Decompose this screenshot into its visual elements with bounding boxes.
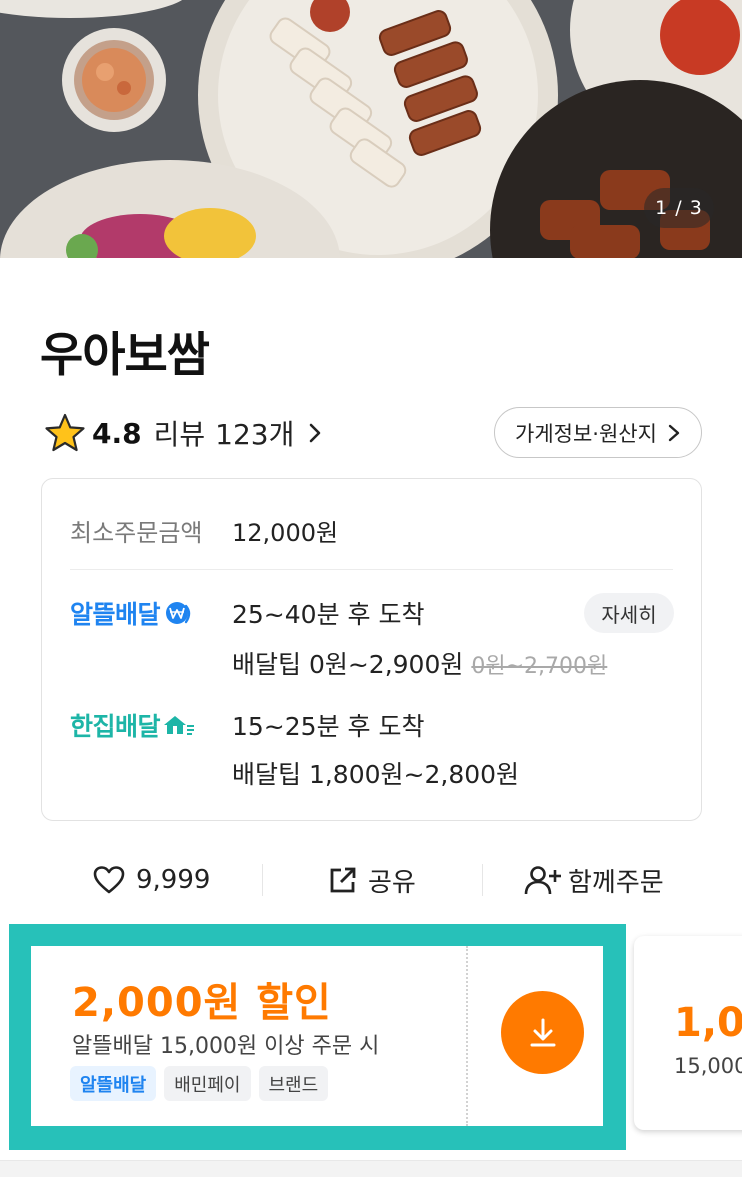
budget-delivery-tip-text: 배달팁 0원~2,900원 bbox=[232, 650, 464, 679]
store-hero-image[interactable]: 1 / 3 bbox=[0, 0, 742, 258]
coupon-description: 15,000원 이상 주문 시 bbox=[674, 1054, 742, 1078]
original-tip: 0원~2,700원 bbox=[471, 654, 608, 679]
single-delivery-time: 15~25분 후 도착 bbox=[232, 712, 425, 741]
budget-delivery-tip: 배달팁 0원~2,900원 0원~2,700원 bbox=[232, 645, 607, 681]
coupon-perforation bbox=[466, 946, 468, 1126]
budget-delivery-name: 알뜰배달 bbox=[70, 595, 194, 631]
like-count: 9,999 bbox=[136, 865, 211, 895]
single-delivery-name: 한집배달 bbox=[70, 707, 196, 743]
food-photo bbox=[0, 0, 742, 258]
coupon-title: 1,000원 할인 bbox=[674, 1000, 742, 1046]
won-coin-icon bbox=[166, 602, 191, 624]
chevron-right-icon bbox=[310, 423, 321, 443]
house-speed-icon bbox=[164, 716, 195, 735]
action-row: 9,999 공유 함께주문 bbox=[0, 852, 742, 908]
image-page-counter: 1 / 3 bbox=[644, 188, 714, 228]
divider bbox=[70, 569, 673, 570]
coupon-tag: 알뜰배달 bbox=[70, 1066, 157, 1101]
coupon-tag: 브랜드 bbox=[258, 1066, 329, 1101]
delivery-info-card: 최소주문금액 12,000원 알뜰배달 25~40분 후 도착 자세히 배달팁 … bbox=[41, 478, 702, 821]
store-info-button[interactable]: 가게정보·원산지 bbox=[494, 407, 702, 458]
coupon-tags: 알뜰배달 배민페이 브랜드 bbox=[70, 1066, 329, 1101]
min-order-label: 최소주문금액 bbox=[70, 519, 203, 547]
min-order-value: 12,000원 bbox=[232, 519, 339, 547]
rating-row[interactable]: 4.8 리뷰 123개 bbox=[44, 410, 324, 456]
download-icon bbox=[530, 1018, 555, 1046]
heart-icon bbox=[93, 866, 125, 894]
like-button[interactable]: 9,999 bbox=[92, 852, 210, 908]
review-label: 리뷰 bbox=[153, 418, 206, 451]
coupon-card[interactable]: 1,000원 할인 15,000원 이상 주문 시 bbox=[634, 936, 742, 1130]
share-label: 공유 bbox=[368, 867, 416, 898]
review-count: 123개 bbox=[215, 418, 295, 451]
single-delivery-tip: 배달팁 1,800원~2,800원 bbox=[232, 760, 520, 789]
coupon-title: 2,000원 할인 bbox=[72, 980, 332, 1026]
store-name: 우아보쌈 bbox=[40, 328, 210, 383]
coupon-download-button[interactable] bbox=[501, 991, 584, 1074]
rating-value: 4.8 bbox=[92, 416, 142, 450]
group-order-button[interactable]: 함께주문 bbox=[524, 852, 664, 908]
section-divider bbox=[0, 1160, 742, 1177]
single-delivery-label: 한집배달 bbox=[70, 712, 161, 741]
share-button[interactable]: 공유 bbox=[328, 852, 416, 908]
coupon-description: 알뜰배달 15,000원 이상 주문 시 bbox=[72, 1034, 380, 1059]
group-order-label: 함께주문 bbox=[568, 867, 664, 898]
add-person-icon bbox=[524, 866, 561, 895]
delivery-detail-button[interactable]: 자세히 bbox=[584, 593, 674, 633]
divider bbox=[482, 864, 483, 896]
store-info-label: 가게정보·원산지 bbox=[515, 421, 657, 446]
star-icon bbox=[45, 413, 85, 452]
coupon-tag: 배민페이 bbox=[164, 1066, 251, 1101]
budget-delivery-time: 25~40분 후 도착 bbox=[232, 600, 425, 629]
share-icon bbox=[330, 867, 356, 893]
chevron-right-icon bbox=[668, 424, 680, 441]
divider bbox=[262, 864, 263, 896]
budget-delivery-label: 알뜰배달 bbox=[70, 600, 161, 629]
